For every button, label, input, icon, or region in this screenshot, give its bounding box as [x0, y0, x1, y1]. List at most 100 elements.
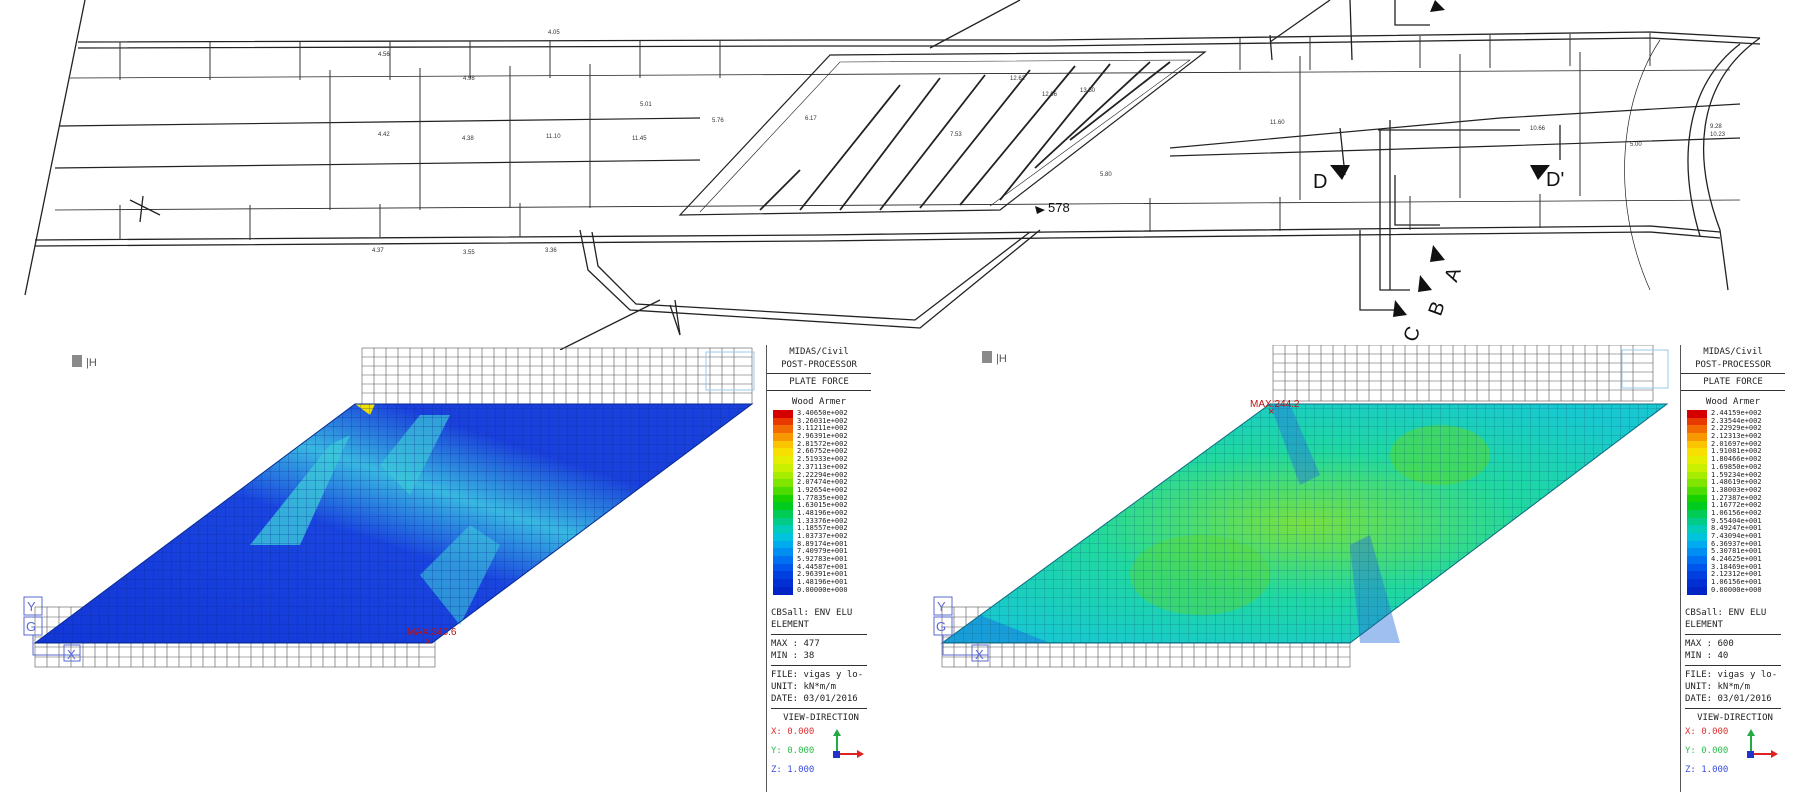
date-label: DATE: 03/01/2016 [771, 694, 858, 704]
section-label-c: C [1400, 324, 1426, 345]
grid-top-block [1272, 345, 1654, 402]
scale-swatch [1687, 486, 1707, 495]
scale-swatch [1687, 417, 1707, 426]
level-label: 4.56 [378, 52, 390, 58]
scale-swatch [1687, 579, 1707, 587]
road-plan-drawing: D D' A B C 578 4.05 4.56 4.98 5.00 5.01 … [24, 0, 1761, 350]
scale-swatch [773, 456, 793, 464]
scale-swatch [1687, 540, 1707, 549]
scale-swatch [773, 463, 793, 472]
level-label: 5.76 [712, 118, 724, 124]
scale-swatch [1687, 410, 1707, 418]
fe-result-panel-right: MAX:244.2 × Y G X |H MIDAS/Civil POST-PR… [900, 345, 1800, 792]
element-label: ELEMENT [771, 620, 809, 630]
legend-result-sub: Wood Armer [791, 397, 847, 407]
scale-swatch [773, 563, 793, 572]
result-legend: MIDAS/Civil POST-PROCESSOR PLATE FORCE W… [1680, 345, 1785, 792]
level-label: 4.38 [462, 136, 474, 142]
scale-swatch [773, 586, 793, 595]
level-label: 5.00 [1630, 142, 1642, 148]
level-label: 5.01 [640, 102, 652, 108]
scale-swatch [1687, 563, 1707, 572]
scale-swatch [773, 471, 793, 480]
level-label: 4.98 [463, 76, 475, 82]
section-label-d-prime: D' [1546, 169, 1564, 191]
scale-value: 0.00000e+000 [797, 585, 848, 594]
scale-swatch [773, 540, 793, 549]
scale-swatch [773, 571, 793, 580]
min-value: MIN : 40 [1685, 651, 1729, 661]
level-label: 11.45 [632, 136, 647, 142]
scale-swatch [773, 548, 793, 557]
legend-app-name: MIDAS/Civil [1703, 347, 1763, 357]
scale-swatch [1687, 456, 1707, 464]
scale-swatch [773, 440, 793, 449]
scale-swatch [773, 517, 793, 526]
axis-label-x: X [975, 647, 984, 662]
max-marker-label: MAX:340.6 [407, 627, 457, 638]
level-label: 10.66 [1530, 126, 1546, 132]
axis-label-g: G [26, 619, 36, 634]
view-toolbar-glyph: |H [86, 357, 97, 369]
scale-swatch [773, 533, 793, 541]
deck-hatch [759, 61, 1171, 211]
scale-swatch [773, 410, 793, 418]
level-label: 4.05 [548, 30, 560, 36]
level-label: 9.28 [1710, 124, 1722, 130]
fe-result-panel-left: MAX:340.6 × Y G X |H MIDAS/Civil POST-PR… [0, 345, 900, 792]
level-label: 5.80 [1100, 172, 1112, 178]
scale-swatch [773, 556, 793, 564]
scale-swatch [1687, 533, 1707, 541]
scale-swatch [773, 448, 793, 457]
view-dir-z: Z: 1.000 [771, 765, 815, 775]
contour-plate [33, 403, 754, 644]
view-toolbar-icon[interactable] [982, 351, 992, 363]
scale-swatch [1687, 494, 1707, 503]
scale-swatch [1687, 556, 1707, 564]
scale-swatch [773, 479, 793, 487]
axis-label-y: Y [27, 599, 36, 614]
level-label: 11.60 [1270, 120, 1285, 126]
max-value: MAX : 600 [1685, 639, 1734, 649]
scale-swatch [1687, 517, 1707, 526]
scale-swatch [1687, 502, 1707, 510]
axis-label-y: Y [937, 599, 946, 614]
unit-label: UNIT: kN*m/m [771, 682, 837, 692]
file-name: FILE: vigas y lo- [1685, 670, 1778, 680]
scale-swatch [773, 433, 793, 441]
scale-swatch [1687, 571, 1707, 580]
view-cube[interactable] [1621, 349, 1669, 389]
view-dir-z: Z: 1.000 [1685, 765, 1729, 775]
max-marker-label: MAX:244.2 [1250, 399, 1300, 410]
dimension-label: 578 [1048, 200, 1070, 215]
edge-ticks [119, 33, 1651, 240]
section-arrows [1035, 0, 1550, 317]
load-case: CBSall: ENV ELU [771, 608, 853, 618]
legend-app-name: MIDAS/Civil [789, 347, 849, 357]
unit-label: UNIT: kN*m/m [1685, 682, 1751, 692]
contour-plate [940, 403, 1669, 644]
file-name: FILE: vigas y lo- [771, 670, 864, 680]
section-label-d: D [1313, 171, 1327, 193]
scale-swatch [1687, 471, 1707, 480]
scale-swatch [1687, 425, 1707, 434]
date-label: DATE: 03/01/2016 [1685, 694, 1772, 704]
scale-swatch [773, 509, 793, 518]
level-label: 3.36 [545, 248, 557, 254]
section-label-b: B [1425, 299, 1450, 319]
level-label: 13.50 [1080, 88, 1096, 94]
grid-top-block [361, 347, 753, 405]
axis-label-x: X [67, 647, 76, 662]
scale-swatch [1687, 479, 1707, 487]
scale-swatch [1687, 548, 1707, 557]
level-label: 7.53 [950, 132, 962, 138]
axis-label-g: G [936, 619, 946, 634]
level-label: 12.96 [1042, 92, 1058, 98]
view-toolbar-icon[interactable] [72, 355, 82, 367]
scale-swatch [773, 486, 793, 495]
result-legend: MIDAS/Civil POST-PROCESSOR PLATE FORCE W… [766, 345, 871, 792]
legend-result-type: PLATE FORCE [1703, 377, 1763, 387]
view-direction-title: VIEW-DIRECTION [1697, 713, 1773, 723]
legend-module: POST-PROCESSOR [1695, 360, 1771, 370]
view-axis-icon [1747, 729, 1778, 758]
